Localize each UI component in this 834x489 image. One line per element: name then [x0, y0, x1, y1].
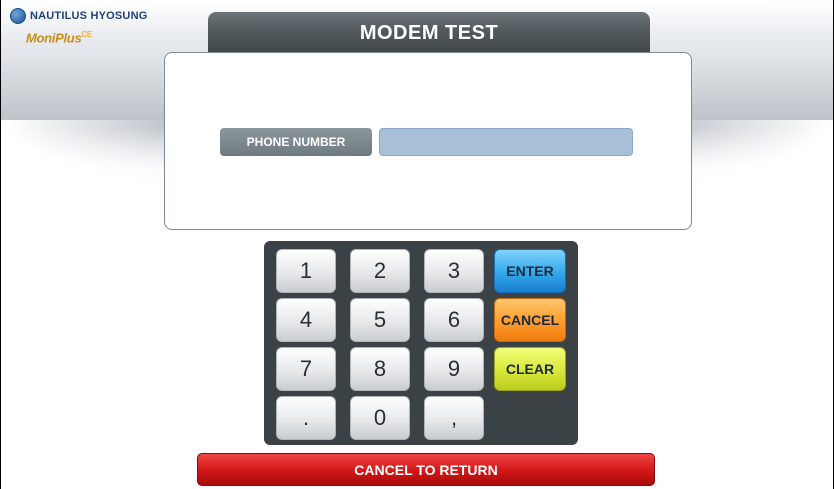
key-7[interactable]: 7 — [276, 347, 336, 391]
globe-icon — [10, 8, 26, 24]
key-8[interactable]: 8 — [350, 347, 410, 391]
key-5[interactable]: 5 — [350, 298, 410, 342]
key-0[interactable]: 0 — [350, 396, 410, 440]
key-comma[interactable]: , — [424, 396, 484, 440]
key-2[interactable]: 2 — [350, 249, 410, 293]
phone-number-label: PHONE NUMBER — [220, 128, 372, 156]
cancel-button[interactable]: CANCEL — [494, 298, 566, 342]
product-logo: MoniPlusCE — [26, 30, 180, 45]
key-6[interactable]: 6 — [424, 298, 484, 342]
clear-button[interactable]: CLEAR — [494, 347, 566, 391]
key-3[interactable]: 3 — [424, 249, 484, 293]
numeric-keypad: 1 2 3 ENTER 4 5 6 CANCEL 7 8 9 CLEAR . 0… — [264, 241, 578, 445]
key-1[interactable]: 1 — [276, 249, 336, 293]
page-title: MODEM TEST — [208, 12, 650, 54]
phone-number-input[interactable] — [379, 128, 633, 156]
company-logo-row: NAUTILUS HYOSUNG — [10, 8, 180, 24]
atm-screen: NAUTILUS HYOSUNG MoniPlusCE MODEM TEST P… — [0, 0, 834, 489]
company-name: NAUTILUS HYOSUNG — [30, 10, 148, 22]
key-9[interactable]: 9 — [424, 347, 484, 391]
product-name: MoniPlus — [26, 30, 82, 46]
key-4[interactable]: 4 — [276, 298, 336, 342]
frame-border-left — [0, 0, 1, 489]
cancel-to-return-button[interactable]: CANCEL TO RETURN — [197, 453, 655, 486]
key-dot[interactable]: . — [276, 396, 336, 440]
enter-button[interactable]: ENTER — [494, 249, 566, 293]
product-suffix: CE — [81, 30, 92, 39]
brand-logo: NAUTILUS HYOSUNG MoniPlusCE — [10, 8, 180, 60]
